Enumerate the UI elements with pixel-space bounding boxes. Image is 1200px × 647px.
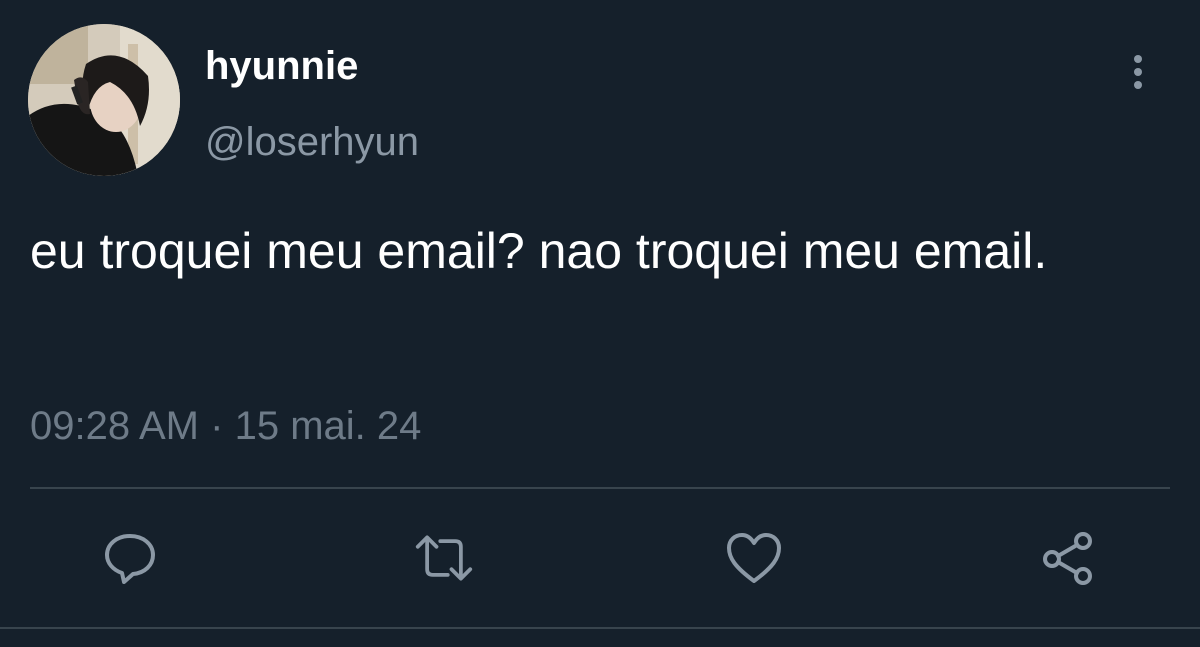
user-handle[interactable]: @loserhyun (205, 116, 419, 168)
bottom-divider (0, 627, 1200, 629)
reply-button[interactable] (100, 528, 160, 588)
reply-icon (105, 534, 155, 584)
tweet-text: eu troquei meu email? nao troquei meu em… (30, 223, 1048, 279)
avatar-photo (28, 24, 180, 176)
tweet-detail: hyunnie @loserhyun eu troquei meu email?… (0, 0, 1200, 647)
retweet-button[interactable] (414, 528, 474, 588)
tweet-date: 15 mai. 24 (234, 404, 422, 448)
like-button[interactable] (724, 528, 784, 588)
tweet-timestamp[interactable]: 09:28 AM · 15 mai. 24 (30, 400, 421, 452)
share-button[interactable] (1038, 528, 1098, 588)
avatar[interactable] (28, 24, 180, 176)
divider (30, 487, 1170, 489)
retweet-icon (415, 535, 473, 581)
more-options-button[interactable] (1118, 48, 1158, 96)
more-vertical-icon (1134, 55, 1142, 89)
tweet-time: 09:28 AM (30, 404, 200, 448)
heart-icon (727, 533, 781, 583)
meta-separator: · (210, 404, 224, 448)
display-name[interactable]: hyunnie (205, 40, 358, 92)
share-icon (1043, 532, 1092, 585)
